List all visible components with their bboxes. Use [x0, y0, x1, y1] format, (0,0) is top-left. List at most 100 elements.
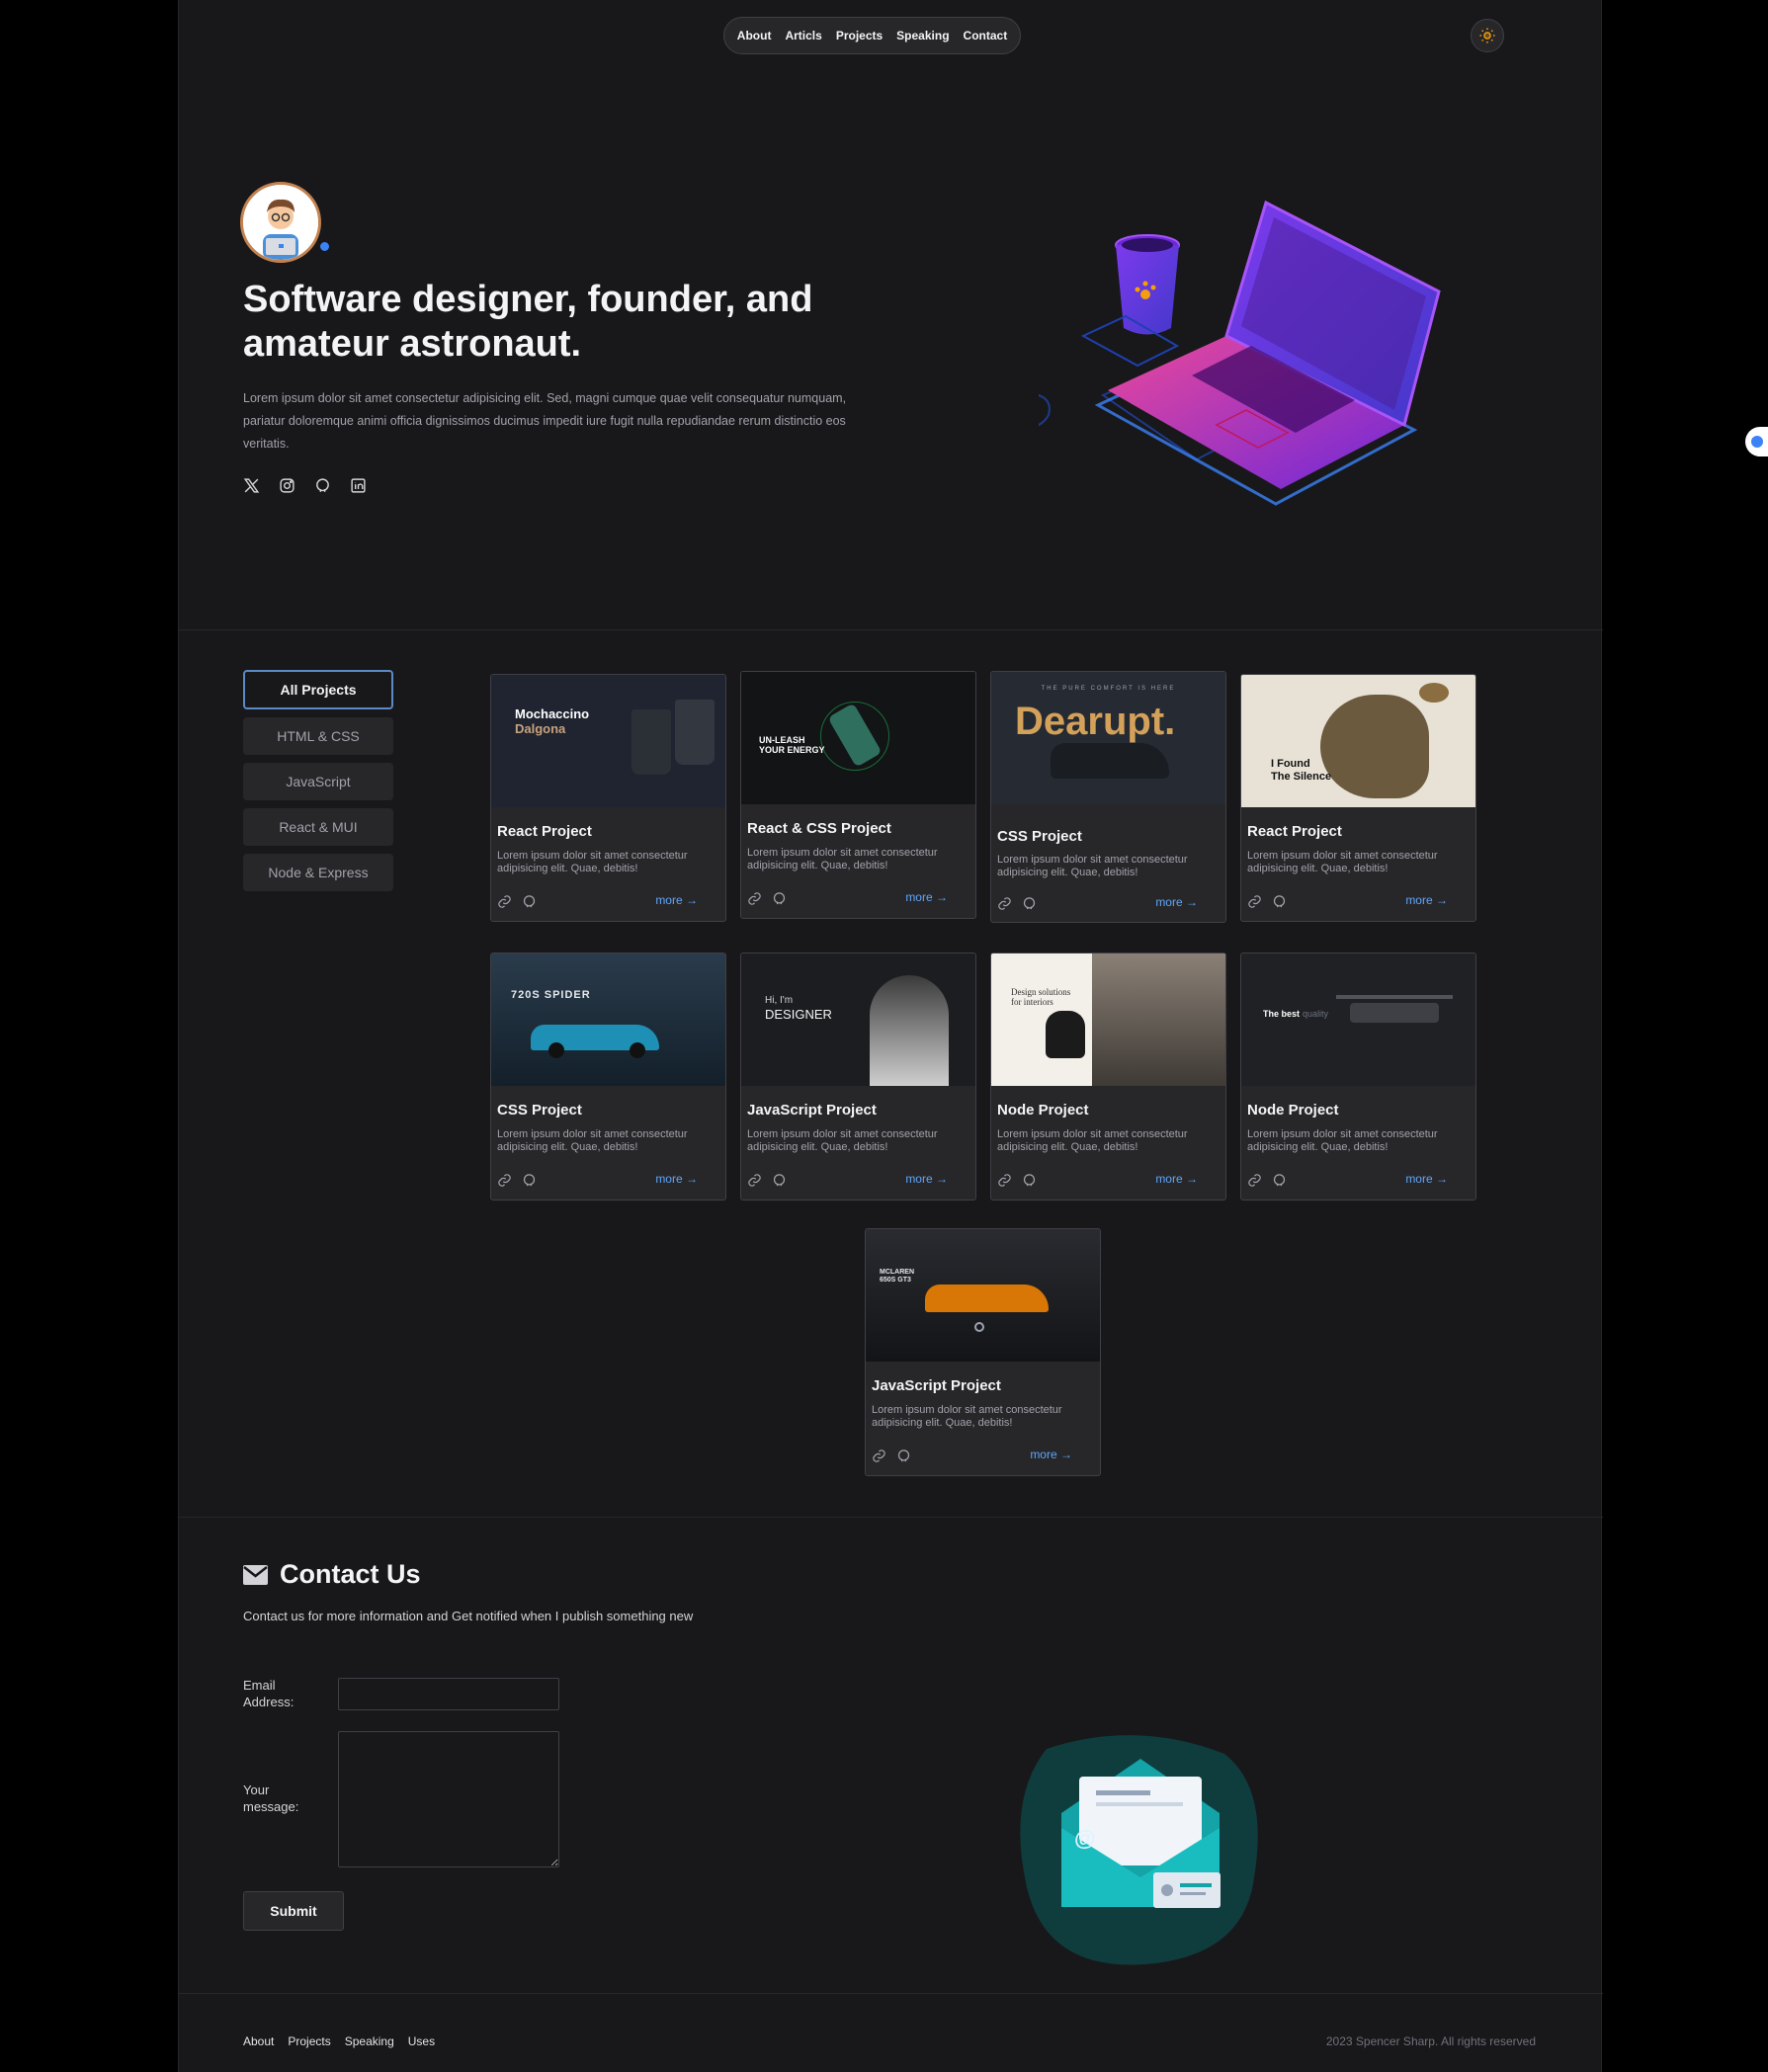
copyright: 2023 Spencer Sharp. All rights reserved — [1325, 2034, 1536, 2048]
project-thumbnail: 720S SPIDER — [491, 953, 725, 1086]
instagram-icon[interactable] — [279, 477, 295, 494]
footer-divider — [179, 1993, 1603, 1994]
nav-articles[interactable]: Articls — [785, 29, 821, 42]
project-description: Lorem ipsum dolor sit amet consectetur a… — [747, 1128, 938, 1153]
link-icon[interactable] — [997, 1173, 1012, 1188]
project-card[interactable]: Design solutions for interiors Node Proj… — [990, 953, 1226, 1201]
more-link[interactable]: more → — [1155, 895, 1198, 909]
verified-badge — [318, 240, 331, 253]
footer-link-projects[interactable]: Projects — [288, 2034, 330, 2048]
project-card[interactable]: Hi, I'm DESIGNER JavaScript Project Lore… — [740, 953, 976, 1201]
message-field[interactable] — [338, 1731, 559, 1867]
project-thumbnail: MCLAREN 650S GT3 — [866, 1229, 1100, 1362]
theme-toggle-button[interactable] — [1471, 19, 1504, 52]
github-icon[interactable] — [896, 1449, 911, 1463]
arrow-right-icon: → — [1436, 893, 1448, 907]
project-thumbnail: UN-LEASH YOUR ENERGY — [741, 672, 975, 804]
more-link[interactable]: more → — [655, 1172, 698, 1186]
project-description: Lorem ipsum dolor sit amet consectetur a… — [497, 1128, 688, 1153]
message-label: Your message: — [243, 1782, 299, 1814]
project-description: Lorem ipsum dolor sit amet consectetur a… — [747, 847, 938, 871]
thumb-tagline: THE PURE COMFORT IS HERE — [1041, 686, 1176, 692]
more-link[interactable]: more → — [655, 893, 698, 907]
project-card[interactable]: MCLAREN 650S GT3 JavaScript Project Lore… — [865, 1228, 1101, 1476]
email-field[interactable] — [338, 1678, 559, 1710]
github-icon[interactable] — [522, 1173, 537, 1188]
project-title: Node Project — [997, 1102, 1089, 1119]
section-divider — [179, 629, 1603, 630]
github-icon[interactable] — [1272, 894, 1287, 909]
filter-react-mui[interactable]: React & MUI — [243, 808, 393, 846]
contact-title: Contact Us — [280, 1559, 421, 1589]
link-icon[interactable] — [997, 896, 1012, 911]
more-link[interactable]: more → — [1155, 1172, 1198, 1186]
more-link[interactable]: more → — [905, 890, 948, 904]
github-icon[interactable] — [1022, 1173, 1037, 1188]
svg-text:@: @ — [1074, 1826, 1095, 1851]
nav-contact[interactable]: Contact — [964, 29, 1008, 42]
github-icon[interactable] — [522, 894, 537, 909]
github-icon[interactable] — [772, 1173, 787, 1188]
footer-link-speaking[interactable]: Speaking — [345, 2034, 394, 2048]
project-card[interactable]: UN-LEASH YOUR ENERGY React & CSS Project… — [740, 671, 976, 919]
filter-javascript[interactable]: JavaScript — [243, 763, 393, 800]
thumb-subheading: YOUR ENERGY — [759, 745, 825, 755]
thumb-heading: UN-LEASH — [759, 735, 805, 745]
page: About Articls Projects Speaking Contact … — [178, 0, 1603, 2072]
email-label: Email Address: — [243, 1678, 295, 1709]
link-icon[interactable] — [747, 1173, 762, 1188]
project-title: JavaScript Project — [747, 1102, 877, 1119]
link-icon[interactable] — [1247, 1173, 1262, 1188]
more-link[interactable]: more → — [1405, 1172, 1448, 1186]
project-thumbnail: I Found The Silence — [1241, 675, 1475, 807]
thumb-heading: Design solutions — [1011, 987, 1071, 997]
link-icon[interactable] — [1247, 894, 1262, 909]
nav-projects[interactable]: Projects — [836, 29, 883, 42]
nav-about[interactable]: About — [737, 29, 772, 42]
thumb-heading: Dearupt. — [1015, 700, 1176, 743]
link-icon[interactable] — [497, 1173, 512, 1188]
filter-all-projects[interactable]: All Projects — [243, 670, 393, 709]
github-icon[interactable] — [772, 891, 787, 906]
filter-node-express[interactable]: Node & Express — [243, 854, 393, 891]
x-twitter-icon[interactable] — [243, 477, 260, 494]
submit-button[interactable]: Submit — [243, 1891, 344, 1931]
github-icon[interactable] — [1022, 896, 1037, 911]
footer-link-about[interactable]: About — [243, 2034, 274, 2048]
project-card[interactable]: 720S SPIDER CSS Project Lorem ipsum dolo… — [490, 953, 726, 1201]
github-icon[interactable] — [314, 477, 331, 494]
more-link[interactable]: more → — [905, 1172, 948, 1186]
project-card[interactable]: THE PURE COMFORT IS HERE Dearupt. CSS Pr… — [990, 671, 1226, 923]
link-icon[interactable] — [747, 891, 762, 906]
more-link[interactable]: more → — [1405, 893, 1448, 907]
project-card[interactable]: The best quality Node Project Lorem ipsu… — [1240, 953, 1476, 1201]
thumb-heading: Hi, I'm — [765, 995, 794, 1006]
thumb-heading: MCLAREN — [880, 1269, 914, 1276]
thumb-subheading: The Silence — [1271, 771, 1332, 783]
link-icon[interactable] — [497, 894, 512, 909]
project-thumbnail: Mochaccino Dalgona — [491, 675, 725, 807]
footer-nav: About Projects Speaking Uses — [243, 2034, 435, 2048]
arrow-right-icon: → — [936, 1172, 948, 1186]
laptop-illustration — [1039, 200, 1441, 506]
floating-widget-button[interactable] — [1745, 427, 1768, 456]
project-description: Lorem ipsum dolor sit amet consectetur a… — [997, 854, 1188, 878]
link-icon[interactable] — [872, 1449, 886, 1463]
contact-heading: Contact Us — [243, 1559, 421, 1590]
filter-html-css[interactable]: HTML & CSS — [243, 717, 393, 755]
project-thumbnail: Design solutions for interiors — [991, 953, 1225, 1086]
social-links — [243, 477, 367, 494]
arrow-right-icon: → — [1060, 1448, 1072, 1461]
thumb-heading: The best — [1263, 1009, 1301, 1019]
footer-link-uses[interactable]: Uses — [408, 2034, 435, 2048]
github-icon[interactable] — [1272, 1173, 1287, 1188]
project-card[interactable]: Mochaccino Dalgona React Project Lorem i… — [490, 674, 726, 922]
more-link[interactable]: more → — [1030, 1448, 1072, 1461]
thumb-subheading: quality — [1303, 1009, 1329, 1019]
project-description: Lorem ipsum dolor sit amet consectetur a… — [1247, 1128, 1438, 1153]
linkedin-icon[interactable] — [350, 477, 367, 494]
project-card[interactable]: I Found The Silence React Project Lorem … — [1240, 674, 1476, 922]
thumb-heading: Mochaccino — [515, 706, 590, 721]
nav-speaking[interactable]: Speaking — [896, 29, 949, 42]
project-description: Lorem ipsum dolor sit amet consectetur a… — [997, 1128, 1188, 1153]
